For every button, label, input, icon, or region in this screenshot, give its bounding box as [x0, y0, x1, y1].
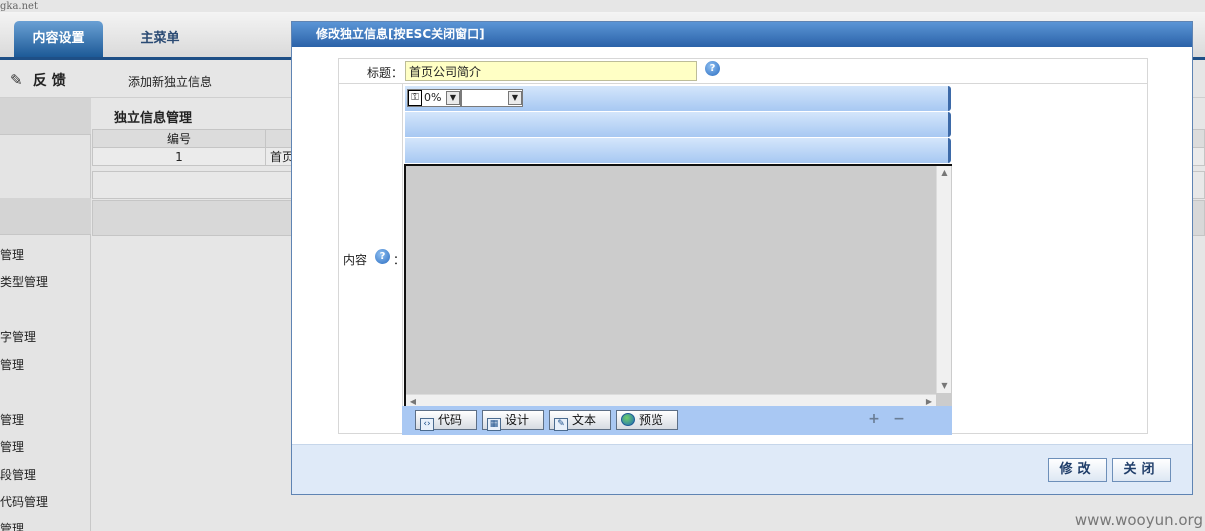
preview-mode-label: 预览 — [639, 413, 664, 427]
design-mode-button[interactable]: ▦ 设计 — [482, 410, 544, 431]
help-icon[interactable]: ? — [375, 249, 390, 264]
scroll-down-icon[interactable]: ▼ — [937, 379, 952, 393]
close-button[interactable]: 关闭 — [1112, 458, 1171, 482]
page-title: 独立信息管理 — [114, 111, 193, 126]
cell-id: 1 — [92, 147, 266, 166]
key-icon: ⚿ — [408, 90, 422, 106]
title-input[interactable] — [405, 61, 697, 81]
sidebar-item[interactable]: 管理 — [0, 356, 91, 373]
format-select[interactable]: ▼ — [461, 89, 523, 107]
code-mode-label: 代码 — [438, 413, 463, 427]
watermark-text: www.wooyun.org — [1074, 511, 1203, 529]
sidebar-item[interactable]: 管理 — [0, 520, 91, 531]
editor-content-area[interactable]: ▲ ▼ ◀ ▶ — [404, 164, 952, 409]
dialog-form: 标题： ? 内容 ? ： ⚿ 0% ▼ ▼ ▲ — [338, 58, 1148, 436]
add-independent-info-link[interactable]: 添加新独立信息 — [128, 73, 212, 90]
chevron-down-icon[interactable]: ▼ — [446, 91, 460, 105]
editor-mode-bar: ‹› 代码 ▦ 设计 ✎ 文本 预览 + − — [402, 406, 952, 435]
dialog-footer: 修改 关闭 — [292, 444, 1192, 494]
scroll-up-icon[interactable]: ▲ — [937, 166, 952, 180]
code-mode-button[interactable]: ‹› 代码 — [415, 410, 477, 431]
text-mode-button[interactable]: ✎ 文本 — [549, 410, 611, 431]
zoom-value: 0% — [424, 91, 442, 104]
content-label: 内容 — [343, 253, 368, 267]
sidebar-item[interactable]: 字管理 — [0, 328, 91, 345]
text-mode-label: 文本 — [572, 413, 597, 427]
sidebar-item[interactable]: 管理 — [0, 246, 91, 263]
dialog-title: 修改独立信息[按ESC关闭窗口] — [292, 22, 1192, 47]
modify-button[interactable]: 修改 — [1048, 458, 1107, 482]
editor-toolbar-row-1: ⚿ 0% ▼ ▼ — [405, 86, 951, 111]
sidebar-item[interactable]: 代码管理 — [0, 493, 91, 510]
left-sidebar: 管理 类型管理 字管理 管理 管理 管理 段管理 代码管理 管理 — [0, 98, 91, 531]
title-row: 标题： ? — [339, 59, 1147, 84]
sidebar-header-band — [0, 98, 91, 135]
feedback-button[interactable]: ✎ 反 馈 — [10, 70, 66, 90]
tab-content-settings[interactable]: 内容设置 — [14, 21, 103, 57]
sidebar-section-band — [0, 198, 91, 235]
sidebar-item[interactable]: 段管理 — [0, 466, 91, 483]
editor-toolbar-row-2 — [405, 112, 951, 137]
preview-globe-icon — [621, 413, 635, 426]
code-icon: ‹› — [420, 418, 434, 431]
vertical-scrollbar[interactable]: ▲ ▼ — [936, 166, 951, 393]
help-icon[interactable]: ? — [705, 61, 720, 76]
title-label: 标题： — [367, 66, 404, 80]
sidebar-item[interactable]: 管理 — [0, 438, 91, 455]
sidebar-item[interactable]: 类型管理 — [0, 273, 91, 290]
zoom-select[interactable]: ⚿ 0% ▼ — [407, 89, 461, 107]
sidebar-item[interactable]: 管理 — [0, 411, 91, 428]
chevron-down-icon[interactable]: ▼ — [508, 91, 522, 105]
edit-pencil-icon: ✎ — [10, 71, 23, 89]
tab-main-menu[interactable]: 主菜单 — [118, 21, 202, 57]
design-icon: ▦ — [487, 418, 501, 431]
design-mode-label: 设计 — [505, 413, 530, 427]
expand-plus-icon[interactable]: + — [867, 412, 881, 426]
feedback-label: 反 馈 — [32, 73, 66, 89]
preview-mode-button[interactable]: 预览 — [616, 410, 678, 430]
rich-text-editor: ⚿ 0% ▼ ▼ ▲ ▼ ◀ ▶ ‹› 代码 ▦ 设计 ✎ 文本 预览 + − — [402, 86, 954, 436]
text-icon: ✎ — [554, 418, 568, 431]
column-header-id: 编号 — [92, 129, 266, 148]
editor-toolbar-row-3 — [405, 138, 951, 163]
shrink-minus-icon[interactable]: − — [892, 412, 906, 426]
edit-info-dialog: 修改独立信息[按ESC关闭窗口] 标题： ? 内容 ? ： ⚿ 0% ▼ ▼ — [291, 21, 1193, 495]
